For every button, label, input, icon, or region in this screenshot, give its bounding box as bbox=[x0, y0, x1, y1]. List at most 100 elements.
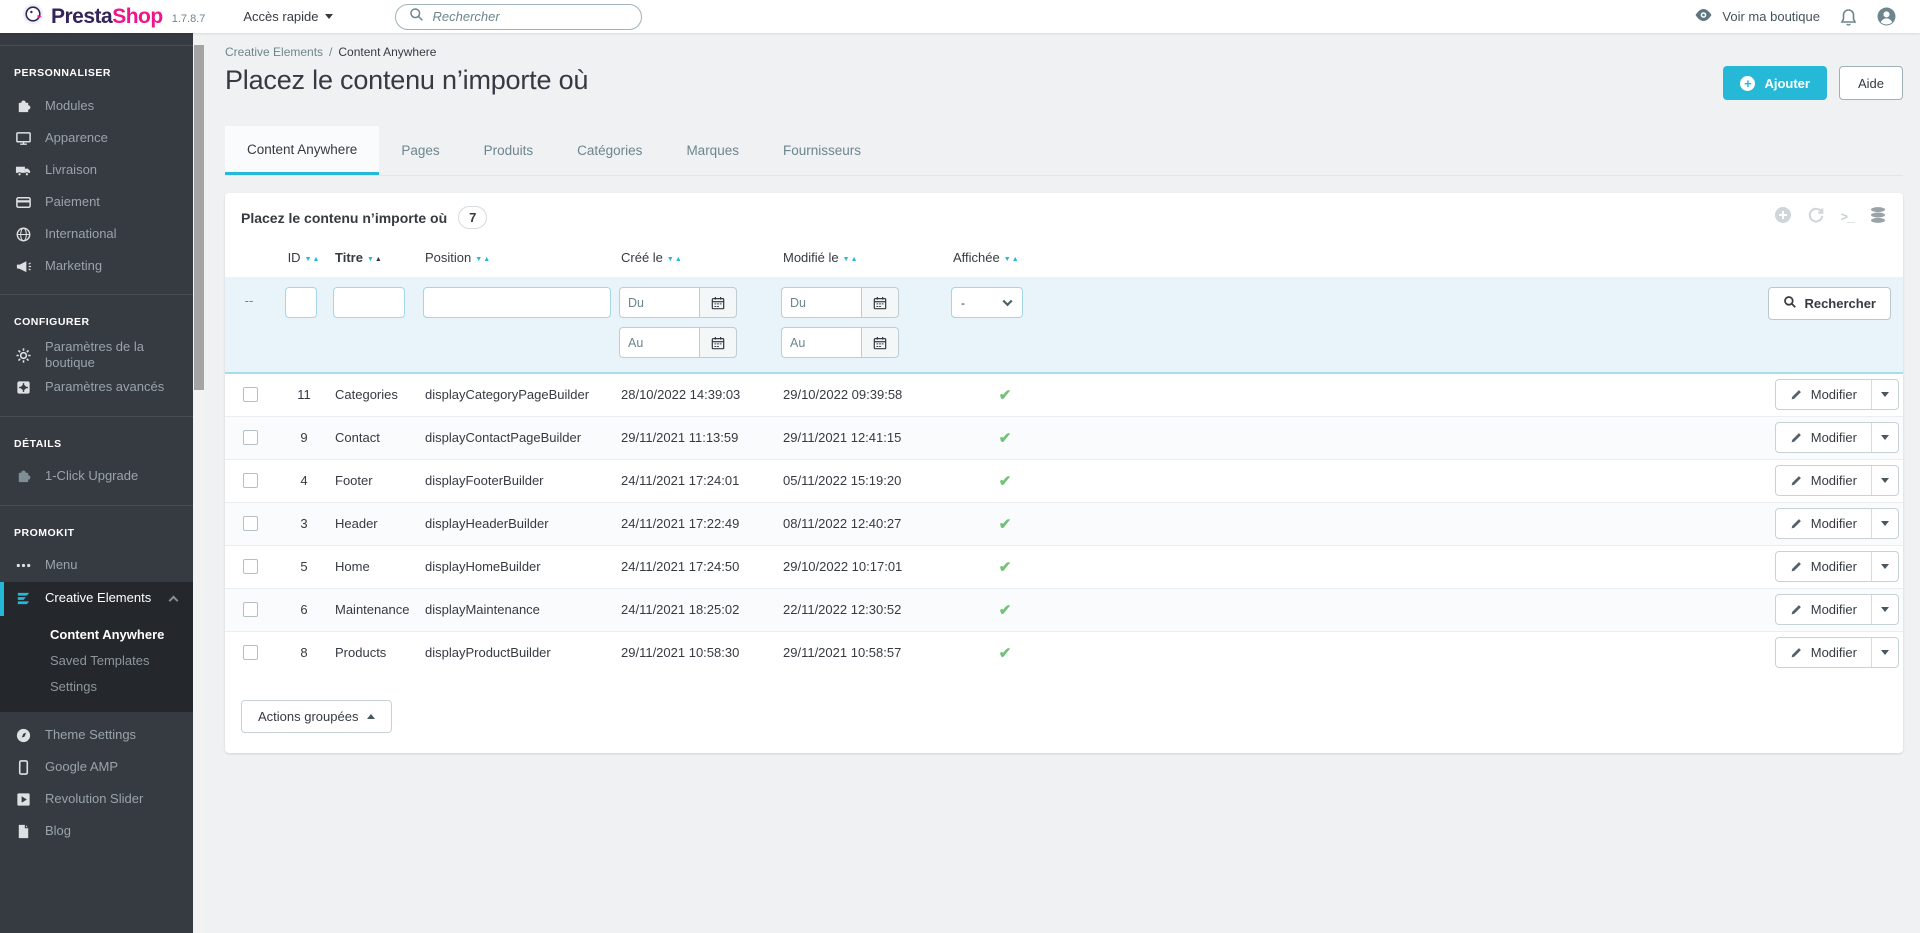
column-header-id[interactable]: ID ▼▲ bbox=[277, 240, 333, 277]
database-icon[interactable] bbox=[1869, 206, 1887, 229]
filter-cree-from-input[interactable] bbox=[619, 287, 699, 318]
cell-id: 8 bbox=[277, 630, 333, 674]
column-header-modifie-le[interactable]: Modifié le ▼▲ bbox=[781, 240, 951, 277]
quick-access-menu[interactable]: Accès rapide bbox=[243, 9, 333, 24]
filter-dash: -- bbox=[244, 293, 254, 308]
cell-position: displayFooterBuilder bbox=[423, 458, 619, 502]
filter-modifie-from-input[interactable] bbox=[781, 287, 861, 318]
row-checkbox[interactable] bbox=[242, 645, 258, 661]
enabled-check-icon[interactable]: ✔ bbox=[999, 387, 1012, 404]
sidebar-item-international[interactable]: International bbox=[0, 218, 193, 250]
modify-dropdown-caret[interactable] bbox=[1871, 509, 1898, 538]
filter-position-input[interactable] bbox=[423, 287, 611, 318]
enabled-check-icon[interactable]: ✔ bbox=[999, 645, 1012, 662]
enabled-check-icon[interactable]: ✔ bbox=[999, 516, 1012, 533]
modify-dropdown-caret[interactable] bbox=[1871, 466, 1898, 495]
enabled-check-icon[interactable]: ✔ bbox=[999, 602, 1012, 619]
cell-position: displayProductBuilder bbox=[423, 630, 619, 674]
user-avatar-icon[interactable] bbox=[1877, 7, 1896, 26]
enabled-check-icon[interactable]: ✔ bbox=[999, 430, 1012, 447]
eye-icon bbox=[1694, 8, 1713, 25]
sidebar-item-apparence[interactable]: Apparence bbox=[0, 122, 193, 154]
calendar-icon[interactable] bbox=[699, 327, 737, 358]
row-checkbox[interactable] bbox=[242, 559, 258, 574]
search-filter-button[interactable]: Rechercher bbox=[1768, 287, 1891, 320]
modify-dropdown-caret[interactable] bbox=[1871, 423, 1898, 452]
column-header-titre[interactable]: Titre ▼▲ bbox=[333, 240, 423, 277]
calendar-icon[interactable] bbox=[861, 287, 899, 318]
cell-modifie: 29/10/2022 10:17:01 bbox=[781, 544, 951, 588]
sidebar: PERSONNALISER Modules Apparence Livraiso… bbox=[0, 33, 193, 933]
filter-affichee-select[interactable]: - bbox=[951, 287, 1023, 318]
divider bbox=[0, 504, 193, 506]
column-header-cree-le[interactable]: Créé le ▼▲ bbox=[619, 240, 781, 277]
search-input[interactable] bbox=[432, 9, 628, 24]
filter-modifie-from-group bbox=[781, 287, 899, 318]
sidebar-item-theme-settings[interactable]: Theme Settings bbox=[0, 720, 193, 752]
sidebar-item-saved-templates[interactable]: Saved Templates bbox=[50, 648, 193, 674]
row-checkbox[interactable] bbox=[242, 516, 258, 531]
modify-dropdown-caret[interactable] bbox=[1871, 595, 1898, 624]
sidebar-item-menu[interactable]: Menu bbox=[0, 550, 193, 582]
row-checkbox[interactable] bbox=[242, 602, 258, 617]
terminal-icon[interactable]: >_ bbox=[1840, 210, 1855, 225]
sidebar-item-livraison[interactable]: Livraison bbox=[0, 154, 193, 186]
view-shop-link[interactable]: Voir ma boutique bbox=[1694, 8, 1820, 25]
sidebar-item-content-anywhere[interactable]: Content Anywhere bbox=[50, 622, 193, 648]
notifications-bell-icon[interactable] bbox=[1840, 8, 1857, 26]
sidebar-item-marketing[interactable]: Marketing bbox=[0, 250, 193, 282]
enabled-check-icon[interactable]: ✔ bbox=[999, 473, 1012, 490]
tab-produits[interactable]: Produits bbox=[462, 126, 556, 175]
sort-icons[interactable]: ▼▲ bbox=[1004, 256, 1020, 263]
sidebar-scrollbar-thumb[interactable] bbox=[194, 45, 204, 390]
tab-marques[interactable]: Marques bbox=[664, 126, 761, 175]
sidebar-item-1-click-upgrade[interactable]: 1-Click Upgrade bbox=[0, 461, 193, 493]
breadcrumb: Creative Elements / Content Anywhere bbox=[225, 45, 1903, 59]
sidebar-item-google-amp[interactable]: Google AMP bbox=[0, 752, 193, 784]
add-button[interactable]: + Ajouter bbox=[1723, 66, 1827, 100]
filter-id-input[interactable] bbox=[285, 287, 317, 318]
tab-content-anywhere[interactable]: Content Anywhere bbox=[225, 126, 380, 175]
sidebar-item-blog[interactable]: Blog bbox=[0, 816, 193, 848]
tab-fournisseurs[interactable]: Fournisseurs bbox=[761, 126, 883, 175]
sidebar-item-settings[interactable]: Settings bbox=[50, 674, 193, 700]
sort-icons[interactable]: ▼▲ bbox=[843, 256, 859, 263]
filter-cree-to-input[interactable] bbox=[619, 327, 699, 358]
breadcrumb-parent[interactable]: Creative Elements bbox=[225, 45, 323, 59]
calendar-icon[interactable] bbox=[699, 287, 737, 318]
bulk-actions-button[interactable]: Actions groupées bbox=[241, 700, 393, 733]
help-button[interactable]: Aide bbox=[1838, 66, 1903, 100]
sidebar-item-creative-elements[interactable]: Creative Elements bbox=[0, 581, 193, 616]
column-header-position[interactable]: Position ▼▲ bbox=[423, 240, 619, 277]
refresh-icon[interactable] bbox=[1807, 206, 1825, 229]
modify-button: Modifier bbox=[1774, 422, 1899, 453]
tab-categories[interactable]: Catégories bbox=[555, 126, 664, 175]
tab-pages[interactable]: Pages bbox=[379, 126, 461, 175]
sidebar-item-paiement[interactable]: Paiement bbox=[0, 186, 193, 218]
add-new-icon[interactable] bbox=[1774, 206, 1792, 229]
filter-modifie-to-input[interactable] bbox=[781, 327, 861, 358]
sort-icons[interactable]: ▼▲ bbox=[667, 256, 683, 263]
modify-dropdown-caret[interactable] bbox=[1871, 380, 1898, 410]
calendar-icon[interactable] bbox=[861, 327, 899, 358]
sort-icons[interactable]: ▼▲ bbox=[475, 256, 491, 263]
row-checkbox[interactable] bbox=[242, 473, 258, 488]
breadcrumb-separator: / bbox=[329, 45, 333, 59]
modify-dropdown-caret[interactable] bbox=[1871, 552, 1898, 581]
sidebar-section-details: DÉTAILS bbox=[14, 437, 62, 450]
sort-icons[interactable]: ▼▲ bbox=[305, 256, 321, 263]
cell-id: 9 bbox=[277, 415, 333, 459]
sidebar-item-revolution-slider[interactable]: Revolution Slider bbox=[0, 784, 193, 816]
prestashop-logo[interactable]: PrestaShop 1.7.8.7 bbox=[22, 3, 205, 30]
filter-titre-input[interactable] bbox=[333, 287, 405, 318]
sidebar-item-parametres-boutique[interactable]: Paramètres de la boutique bbox=[0, 339, 193, 372]
sidebar-item-parametres-avances[interactable]: Paramètres avancés bbox=[0, 372, 193, 404]
sort-icons[interactable]: ▼▲ bbox=[367, 256, 383, 263]
enabled-check-icon[interactable]: ✔ bbox=[999, 559, 1012, 576]
column-header-affichee[interactable]: Affichée ▼▲ bbox=[951, 240, 1061, 277]
modify-dropdown-caret[interactable] bbox=[1871, 638, 1898, 668]
cell-modifie: 22/11/2022 12:30:52 bbox=[781, 587, 951, 631]
row-checkbox[interactable] bbox=[242, 430, 258, 445]
sidebar-item-modules[interactable]: Modules bbox=[0, 90, 193, 122]
row-checkbox[interactable] bbox=[242, 387, 258, 403]
